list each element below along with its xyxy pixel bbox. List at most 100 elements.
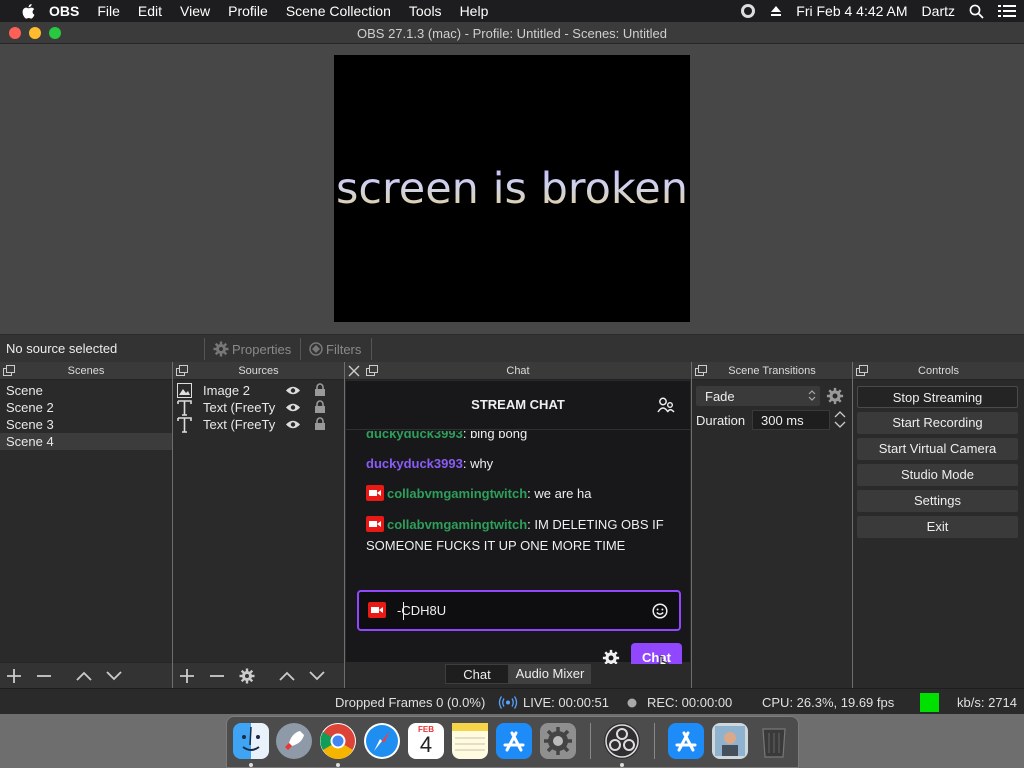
finder-dock-icon[interactable] bbox=[233, 723, 269, 759]
preview-text-source: screen is broken bbox=[335, 163, 689, 214]
source-name: Text (FreeTy bbox=[203, 417, 276, 432]
undock-icon[interactable] bbox=[366, 365, 378, 376]
obs-dock-icon[interactable] bbox=[604, 723, 640, 759]
chat-input-box[interactable]: -CDH8U bbox=[357, 590, 681, 631]
duration-step-down-icon[interactable] bbox=[834, 420, 846, 430]
source-item[interactable]: Text (FreeTy bbox=[173, 399, 344, 416]
move-scene-down-button[interactable] bbox=[103, 667, 125, 685]
close-dock-icon[interactable] bbox=[348, 365, 360, 377]
app-store-dock-icon[interactable] bbox=[668, 723, 704, 759]
undock-icon[interactable] bbox=[176, 365, 188, 376]
chat-username[interactable]: duckyduck3993 bbox=[366, 431, 463, 441]
move-source-down-button[interactable] bbox=[306, 667, 328, 685]
preview-image-dock-icon[interactable] bbox=[712, 723, 748, 759]
undock-icon[interactable] bbox=[856, 365, 868, 376]
eject-icon[interactable] bbox=[770, 5, 782, 17]
tab-audio-mixer[interactable]: Audio Mixer bbox=[509, 664, 591, 684]
menu-obs[interactable]: OBS bbox=[49, 3, 79, 19]
scene-item[interactable]: Scene 3 bbox=[0, 416, 172, 433]
scene-item-selected[interactable]: Scene 4 bbox=[0, 433, 172, 450]
spotlight-search-icon[interactable] bbox=[969, 4, 984, 19]
emote-picker-icon[interactable] bbox=[652, 603, 668, 619]
chat-username[interactable]: collabvmgamingtwitch bbox=[387, 486, 527, 501]
properties-label: Properties bbox=[232, 341, 292, 357]
lock-icon[interactable] bbox=[314, 400, 326, 414]
menu-edit[interactable]: Edit bbox=[138, 3, 162, 19]
users-icon[interactable] bbox=[657, 397, 675, 413]
program-preview[interactable]: screen is broken bbox=[334, 55, 690, 322]
chat-input-value[interactable]: -CDH8U bbox=[397, 603, 446, 618]
rec-timer: REC: 00:00:00 bbox=[647, 695, 733, 710]
start-virtual-camera-button[interactable]: Start Virtual Camera bbox=[857, 438, 1018, 460]
scenes-dock: Scenes Scene Scene 2 Scene 3 Scene 4 bbox=[0, 362, 172, 688]
controls-dock-title: Controls bbox=[918, 365, 959, 377]
menu-view[interactable]: View bbox=[180, 3, 210, 19]
source-item[interactable]: Image 2 bbox=[173, 382, 344, 399]
menu-tools[interactable]: Tools bbox=[409, 3, 442, 19]
source-item[interactable]: Text (FreeTy bbox=[173, 416, 344, 433]
add-source-button[interactable] bbox=[176, 667, 198, 685]
duration-spinbox[interactable]: 300 ms bbox=[752, 410, 830, 430]
stream-health-indicator bbox=[920, 693, 939, 712]
calendar-dock-icon[interactable]: FEB 4 bbox=[408, 723, 444, 759]
notes-dock-icon[interactable] bbox=[452, 723, 488, 759]
source-properties-gear-icon[interactable] bbox=[236, 667, 258, 685]
transition-properties-gear-icon[interactable] bbox=[826, 387, 844, 405]
menu-user[interactable]: Dartz bbox=[922, 3, 955, 19]
menu-bar: OBS File Edit View Profile Scene Collect… bbox=[0, 0, 1024, 22]
exit-button[interactable]: Exit bbox=[857, 516, 1018, 538]
trash-dock-icon[interactable] bbox=[756, 723, 792, 759]
studio-mode-button[interactable]: Studio Mode bbox=[857, 464, 1018, 486]
source-name: Image 2 bbox=[203, 383, 250, 398]
chat-username[interactable]: collabvmgamingtwitch bbox=[387, 517, 527, 532]
safari-dock-icon[interactable] bbox=[364, 723, 400, 759]
source-name: Text (FreeTy bbox=[203, 400, 276, 415]
visibility-eye-icon[interactable] bbox=[285, 419, 301, 430]
lock-icon[interactable] bbox=[314, 383, 326, 397]
sources-dock-footer bbox=[173, 662, 344, 688]
chat-message-list: duckyduck3993: bing bong duckyduck3993: … bbox=[346, 431, 690, 559]
properties-button[interactable]: Properties bbox=[204, 338, 300, 360]
visibility-eye-icon[interactable] bbox=[285, 385, 301, 396]
menu-file[interactable]: File bbox=[97, 3, 120, 19]
menu-help[interactable]: Help bbox=[460, 3, 489, 19]
chat-username[interactable]: duckyduck3993 bbox=[366, 456, 463, 471]
control-center-icon[interactable] bbox=[998, 4, 1016, 18]
chrome-dock-icon[interactable] bbox=[320, 723, 356, 759]
visibility-eye-icon[interactable] bbox=[285, 402, 301, 413]
menu-scene-collection[interactable]: Scene Collection bbox=[286, 3, 391, 19]
scene-item[interactable]: Scene bbox=[0, 382, 172, 399]
filters-button[interactable]: Filters bbox=[300, 338, 372, 360]
source-toolbar: No source selected Properties Filters bbox=[0, 334, 1024, 362]
duration-step-up-icon[interactable] bbox=[834, 409, 846, 419]
system-preferences-dock-icon[interactable] bbox=[540, 723, 576, 759]
filter-icon bbox=[309, 342, 323, 356]
chat-message-text: : bing bong bbox=[462, 431, 528, 441]
app-store-dock-icon[interactable] bbox=[496, 723, 532, 759]
bottom-tab-bar: Chat Audio Mixer bbox=[345, 664, 691, 688]
move-source-up-button[interactable] bbox=[276, 667, 298, 685]
lock-icon[interactable] bbox=[314, 417, 326, 431]
menu-clock[interactable]: Fri Feb 4 4:42 AM bbox=[796, 3, 907, 19]
launchpad-dock-icon[interactable] bbox=[276, 723, 312, 759]
stop-streaming-button[interactable]: Stop Streaming bbox=[857, 386, 1018, 408]
settings-button[interactable]: Settings bbox=[857, 490, 1018, 512]
remove-scene-button[interactable] bbox=[33, 667, 55, 685]
chat-message: duckyduck3993: why bbox=[366, 453, 676, 474]
transition-select[interactable]: Fade bbox=[696, 386, 820, 406]
filters-label: Filters bbox=[326, 341, 362, 357]
apple-menu-icon[interactable] bbox=[22, 3, 35, 19]
stream-chat-header: STREAM CHAT bbox=[346, 381, 690, 430]
obs-status-icon[interactable] bbox=[740, 3, 756, 19]
undock-icon[interactable] bbox=[695, 365, 707, 376]
menu-profile[interactable]: Profile bbox=[228, 3, 268, 19]
add-scene-button[interactable] bbox=[3, 667, 25, 685]
tab-chat[interactable]: Chat bbox=[445, 664, 509, 684]
remove-source-button[interactable] bbox=[206, 667, 228, 685]
start-recording-button[interactable]: Start Recording bbox=[857, 412, 1018, 434]
scene-transitions-dock: Scene Transitions Fade Duration 300 ms bbox=[692, 362, 852, 688]
scenes-dock-title: Scenes bbox=[67, 365, 105, 377]
scene-item[interactable]: Scene 2 bbox=[0, 399, 172, 416]
undock-icon[interactable] bbox=[3, 365, 15, 376]
move-scene-up-button[interactable] bbox=[73, 667, 95, 685]
